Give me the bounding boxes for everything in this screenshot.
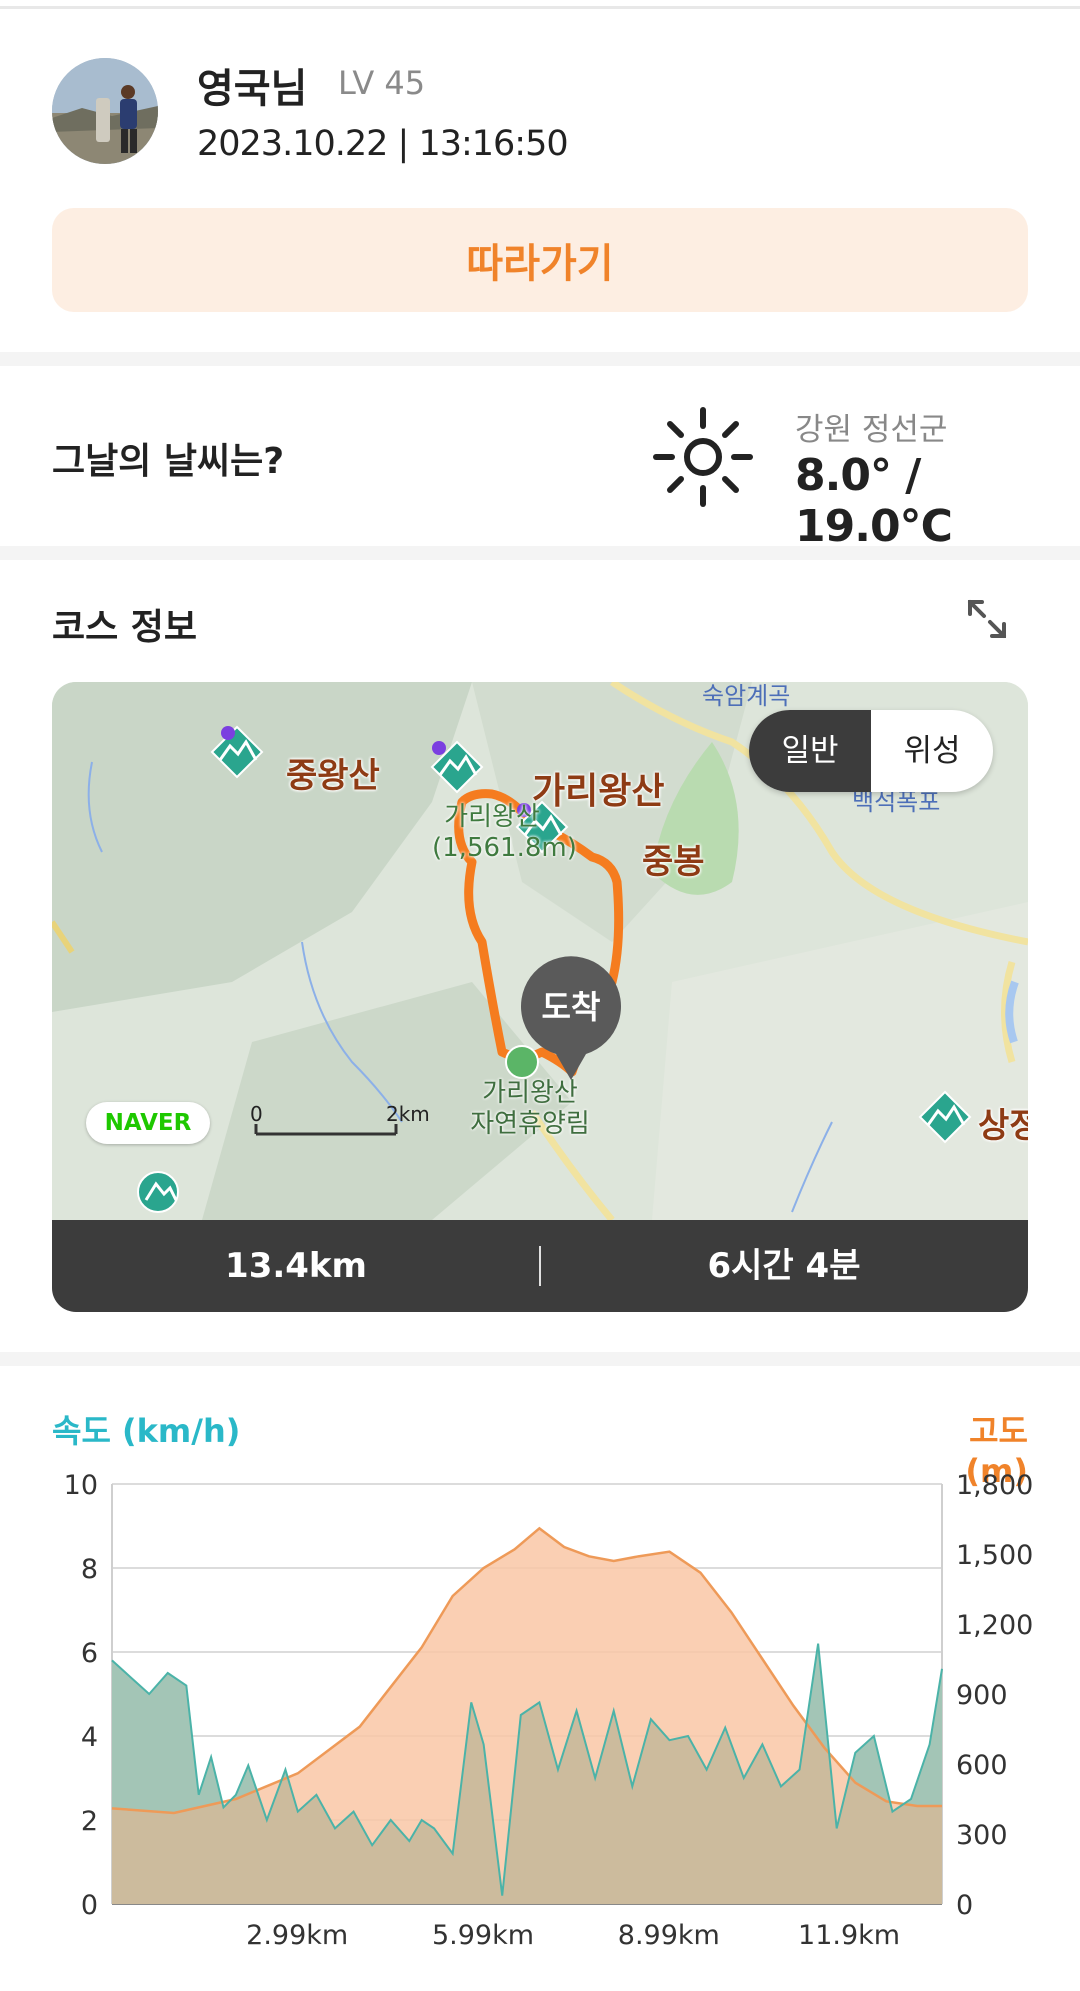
x-tick-label: 11.9km (798, 1920, 900, 1951)
sun-icon (653, 407, 753, 507)
course-map[interactable]: 숙암계곡 백석폭포 중왕산 가리왕산 가리왕산 (1,561.8m) 중봉 상정… (52, 682, 1028, 1220)
section-divider (0, 546, 1080, 560)
speed-tick-label: 10 (64, 1470, 98, 1501)
map-label-valley: 숙암계곡 (702, 682, 791, 710)
profile-section: 영국님 LV 45 2023.10.22 | 13:16:50 따라가기 (0, 0, 1080, 352)
x-tick-label: 2.99km (246, 1920, 348, 1951)
peak-name-line: 가리왕산 (444, 802, 540, 832)
expand-icon[interactable] (962, 594, 1012, 644)
altitude-tick-label: 300 (956, 1820, 1008, 1851)
altitude-tick-label: 1,500 (956, 1540, 1033, 1571)
weather-region: 강원 정선군 (795, 412, 948, 448)
map-label-forest: 가리왕산 자연휴양림 (460, 1078, 600, 1140)
speed-tick-label: 0 (81, 1890, 98, 1921)
map-type-normal[interactable]: 일반 (749, 710, 871, 792)
map-scale-zero: 0 (250, 1102, 263, 1126)
map-peak-elevation: 가리왕산 (1,561.8m) (432, 802, 577, 864)
speed-tick-label: 2 (81, 1806, 98, 1837)
map-scale-km: 2km (386, 1102, 430, 1126)
course-duration: 6시간 4분 (707, 1246, 861, 1286)
altitude-tick-label: 600 (956, 1750, 1008, 1781)
section-divider (0, 352, 1080, 366)
map-label-peak: 중봉 (642, 842, 705, 882)
speed-tick-label: 8 (81, 1554, 98, 1585)
speed-axis-label: 속도 (km/h) (52, 1412, 241, 1450)
x-tick-label: 8.99km (618, 1920, 720, 1951)
speed-tick-label: 4 (81, 1722, 98, 1753)
avatar[interactable] (52, 58, 158, 164)
altitude-tick-label: 900 (956, 1680, 1008, 1711)
weather-temperature: 8.0° / 19.0℃ (795, 450, 953, 552)
follow-button[interactable]: 따라가기 (52, 208, 1028, 312)
user-level: LV 45 (338, 64, 426, 102)
altitude-tick-label: 0 (956, 1890, 973, 1921)
weather-question: 그날의 날씨는? (52, 441, 285, 482)
map-label-peak: 중왕산 (286, 756, 380, 796)
arrive-label: 도착 (541, 988, 601, 1026)
map-type-toggle: 일반 위성 (749, 710, 993, 792)
map-type-satellite[interactable]: 위성 (871, 710, 993, 792)
speed-altitude-chart[interactable]: 0 2 4 6 8 10 0 300 600 900 1,200 1,500 1,800 2.99km 5.… (0, 1460, 1080, 1960)
forest-line: 가리왕산 (482, 1078, 578, 1108)
course-distance: 13.4km (225, 1246, 367, 1286)
course-title: 코스 정보 (52, 607, 198, 648)
section-divider (0, 1352, 1080, 1366)
map-label-peak: 상정 (978, 1106, 1028, 1146)
avatar-photo (52, 58, 158, 164)
x-tick-label: 5.99km (432, 1920, 534, 1951)
altitude-tick-label: 1,800 (956, 1470, 1033, 1501)
peak-elevation-line: (1,561.8m) (432, 833, 577, 863)
record-datetime: 2023.10.22 | 13:16:50 (197, 124, 569, 164)
user-name: 영국님 (197, 66, 308, 112)
forest-line: 자연휴양림 (470, 1109, 590, 1139)
speed-tick-label: 6 (81, 1638, 98, 1669)
course-stats-bar: 13.4km 6시간 4분 (52, 1220, 1028, 1312)
naver-logo: NAVER (86, 1102, 210, 1144)
altitude-tick-label: 1,200 (956, 1610, 1033, 1641)
